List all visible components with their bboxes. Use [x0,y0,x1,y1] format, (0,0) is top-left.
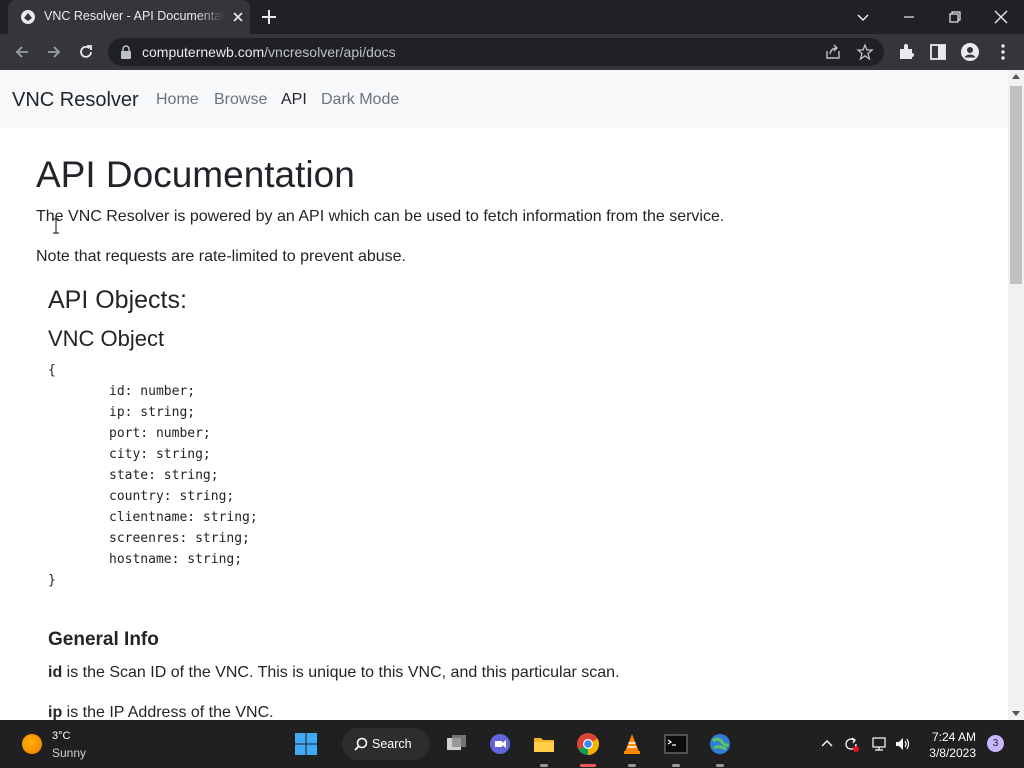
scroll-up-icon[interactable] [1012,74,1020,79]
code-field-id: id: number; [109,384,196,399]
weather-temperature[interactable]: 3°C [52,730,70,742]
address-bar[interactable]: computernewb.com/vncresolver/api/docs [108,38,884,66]
chrome-running-indicator [580,764,596,767]
windows-start-icon[interactable] [294,732,318,756]
rate-limit-note: Note that requests are rate-limited to p… [36,248,406,265]
volume-icon[interactable] [894,735,912,753]
page-scrollbar[interactable] [1008,70,1024,720]
network-globe-icon[interactable] [708,732,732,756]
chevron-up-icon[interactable] [818,735,836,753]
code-field-clientname: clientname: string; [109,510,258,525]
system-clock[interactable]: 7:24 AM 3/8/2023 [929,729,976,761]
search-icon [354,737,368,751]
info-id-text: is the Scan ID of the VNC. This is uniqu… [62,664,620,681]
bookmark-star-icon[interactable] [856,43,874,61]
info-id-field: id [48,664,63,681]
site-navbar: VNC Resolver Home Browse API Dark Mode [0,70,1008,128]
intro-paragraph: The VNC Resolver is powered by an API wh… [36,208,725,225]
code-open-brace: { [48,363,56,378]
code-field-state: state: string; [109,468,219,483]
tab-search-icon[interactable] [852,6,874,28]
side-panel-icon[interactable] [928,42,948,62]
taskbar: 3°C Sunny Search 7:24 AM 3/8/2023 3 [0,720,1024,768]
chrome-icon[interactable] [576,732,600,756]
info-ip-text: is the IP Address of the VNC. [62,704,274,720]
url-host: computernewb.com [142,44,265,60]
forward-icon[interactable] [44,42,64,62]
url-text[interactable]: computernewb.com/vncresolver/api/docs [142,44,396,60]
weather-condition[interactable]: Sunny [52,746,86,760]
page-title: API Documentation [36,154,355,195]
network-icon[interactable] [870,735,888,753]
browser-menu-icon[interactable] [993,42,1013,62]
browser-tab[interactable]: VNC Resolver - API Documentation [8,0,250,34]
close-tab-icon[interactable] [230,9,246,25]
code-field-hostname: hostname: string; [109,552,243,567]
code-field-port: port: number; [109,426,211,441]
clock-date: 3/8/2023 [929,746,976,760]
nav-browse[interactable]: Browse [214,91,267,109]
tab-title: VNC Resolver - API Documentation [44,9,224,23]
back-icon[interactable] [12,42,32,62]
terminal-running-indicator [672,764,680,767]
taskbar-search-button[interactable]: Search [342,728,430,760]
reload-icon[interactable] [76,42,96,62]
search-label: Search [372,737,412,751]
close-window-icon[interactable] [990,6,1012,28]
code-field-screenres: screenres: string; [109,531,250,546]
scroll-down-icon[interactable] [1012,711,1020,716]
tab-strip: VNC Resolver - API Documentation [0,0,1024,34]
site-favicon-icon [21,10,35,24]
new-tab-icon[interactable] [260,8,278,26]
code-field-country: country: string; [109,489,235,504]
extensions-icon[interactable] [896,42,916,62]
vnc-object-heading: VNC Object [48,326,165,351]
info-id: id is the Scan ID of the VNC. This is un… [48,664,620,682]
sync-icon[interactable] [842,735,860,753]
vlc-running-indicator [628,764,636,767]
notification-badge[interactable]: 3 [987,735,1004,752]
general-info-heading: General Info [48,629,159,650]
scrollbar-thumb[interactable] [1010,86,1022,284]
globe-running-indicator [716,764,724,767]
file-explorer-icon[interactable] [532,732,556,756]
sun-weather-icon[interactable] [22,734,42,754]
code-field-city: city: string; [109,447,211,462]
page-viewport: VNC Resolver Home Browse API Dark Mode A… [0,70,1008,720]
site-brand[interactable]: VNC Resolver [12,89,139,112]
api-objects-heading: API Objects: [48,286,187,314]
teams-chat-icon[interactable] [488,732,512,756]
share-icon[interactable] [824,43,842,61]
nav-dark-mode[interactable]: Dark Mode [321,91,399,109]
explorer-running-indicator [540,764,548,767]
lock-icon[interactable] [120,45,132,59]
code-field-ip: ip: string; [109,405,196,420]
url-path: /vncresolver/api/docs [264,44,396,60]
text-cursor-icon [53,218,59,234]
restore-icon[interactable] [944,6,966,28]
code-close-brace: } [48,573,56,588]
vlc-icon[interactable] [620,732,644,756]
task-view-icon[interactable] [444,732,468,756]
nav-api[interactable]: API [281,91,307,109]
browser-toolbar: computernewb.com/vncresolver/api/docs [0,34,1024,70]
clock-time: 7:24 AM [931,730,976,744]
info-ip-field: ip [48,704,63,720]
minimize-icon[interactable] [898,6,920,28]
nav-home[interactable]: Home [156,91,199,109]
info-ip: ip is the IP Address of the VNC. [48,704,274,720]
terminal-icon[interactable] [664,732,688,756]
profile-avatar-icon[interactable] [960,42,980,62]
